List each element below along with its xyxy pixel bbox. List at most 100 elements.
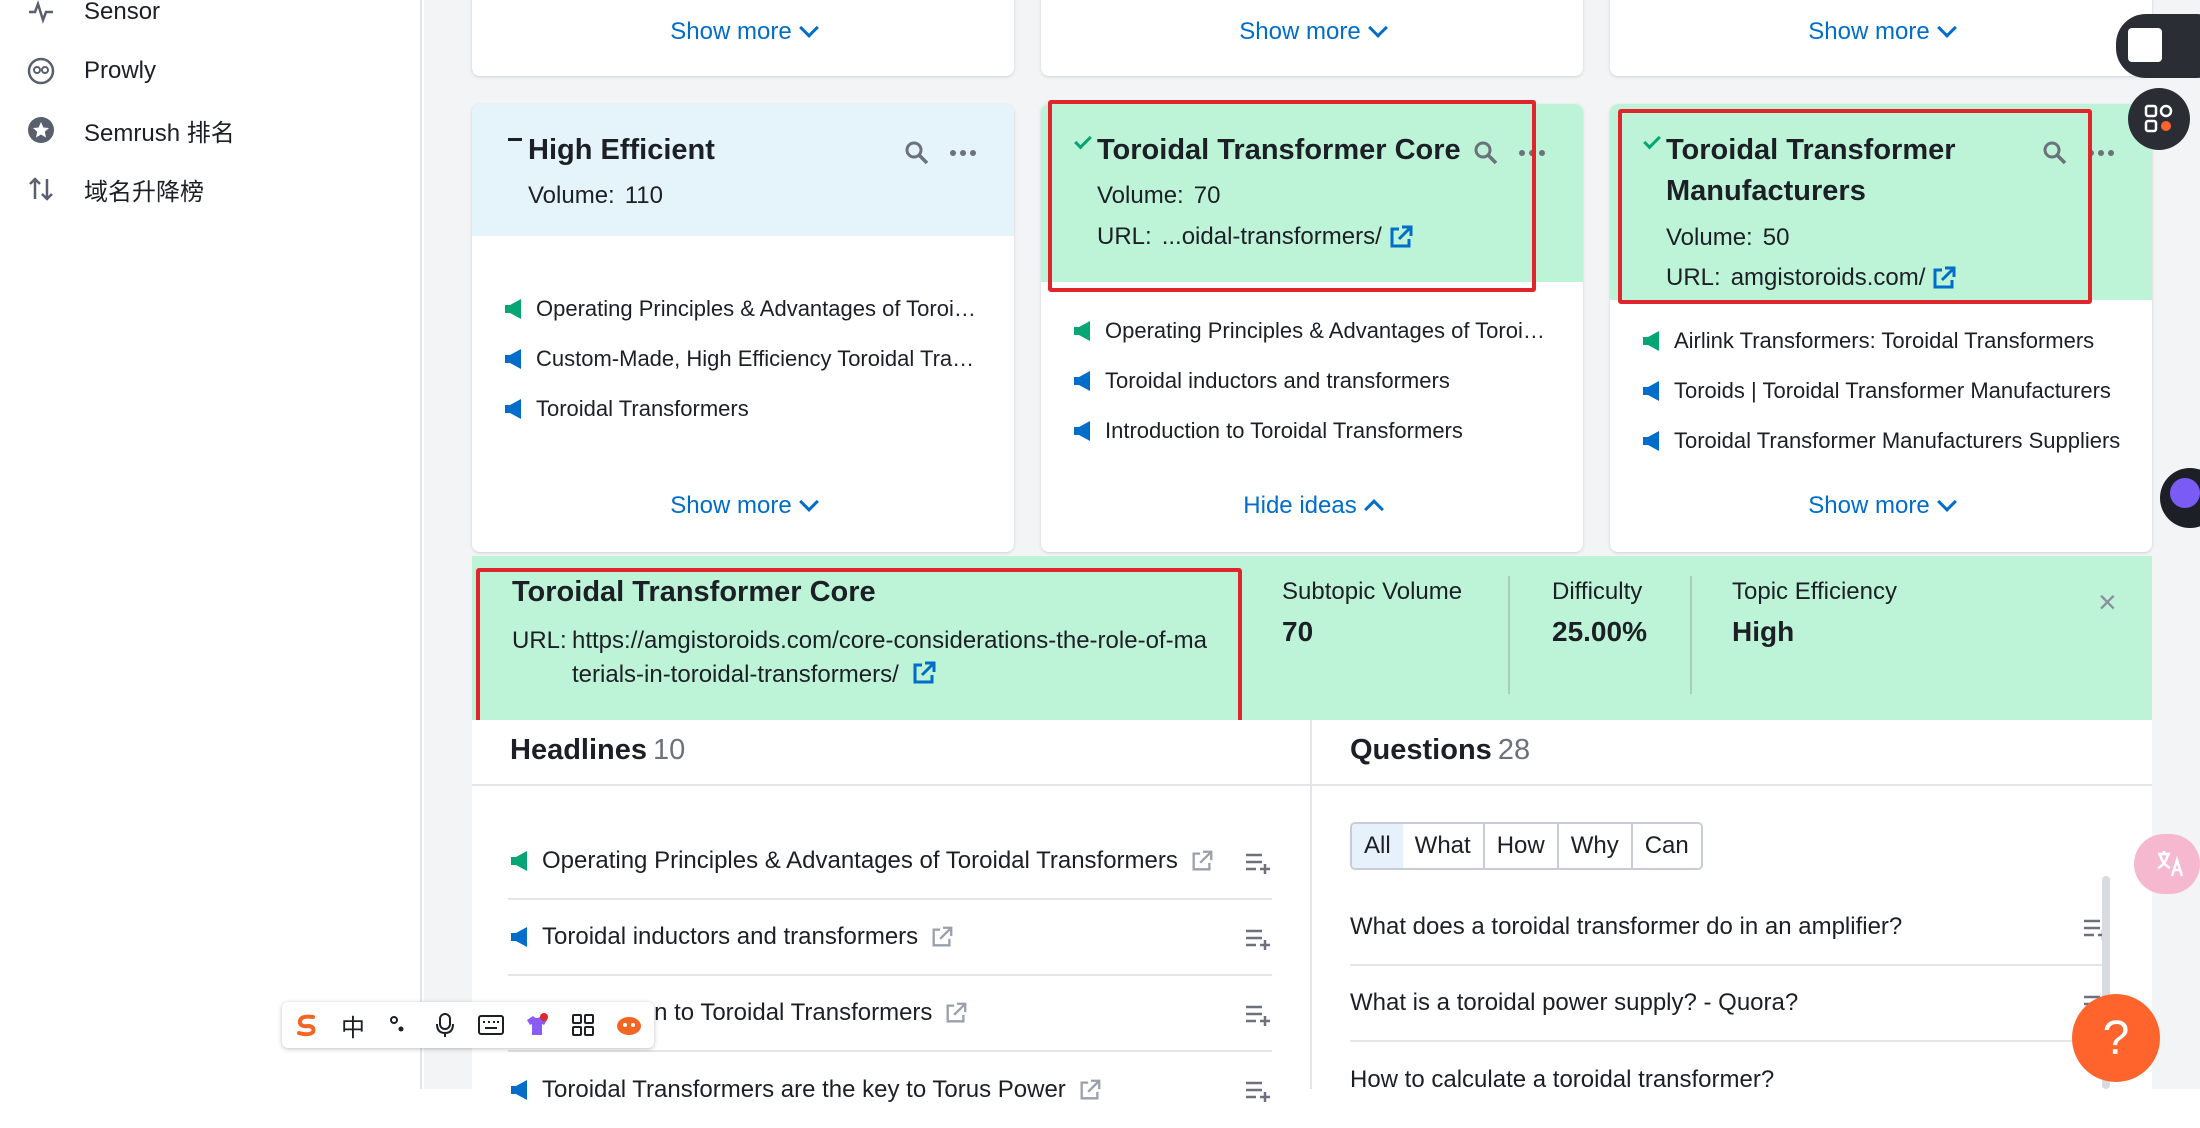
sidebar-item-label: Sensor: [84, 0, 161, 25]
add-to-list-icon[interactable]: [1244, 1002, 1272, 1026]
headline-title: Toroidal inductors and transformers: [542, 923, 919, 950]
sidebar-item-domain-ranking[interactable]: 域名升降榜: [26, 169, 204, 209]
chevron-down-icon: [798, 492, 819, 512]
sidebar-item-sensor[interactable]: Sensor: [26, 0, 160, 32]
idea-item[interactable]: Introduction to Toroidal Transformers: [1071, 416, 1551, 446]
add-to-list-icon[interactable]: [1244, 850, 1272, 874]
topic-card-top-2: Show more: [1041, 0, 1583, 76]
sogou-logo-icon[interactable]: [292, 1010, 322, 1040]
filter-how[interactable]: How: [1484, 824, 1559, 868]
skin-icon[interactable]: [522, 1010, 552, 1040]
chevron-down-icon: [1367, 18, 1388, 38]
headline-row[interactable]: Operating Principles & Advantages of Tor…: [508, 824, 1272, 900]
filter-all[interactable]: All: [1351, 824, 1405, 868]
headline-row[interactable]: Toroidal Transformers are the key to Tor…: [508, 1052, 1272, 1128]
megaphone-icon: [511, 927, 527, 947]
topic-card-toroidal-transformer-core[interactable]: Toroidal Transformer Core Volume: 70 URL:…: [1041, 104, 1583, 552]
metric-difficulty: Difficulty 25.00%: [1552, 578, 1647, 648]
card-url[interactable]: URL: amgistoroids.com/: [1666, 264, 1957, 292]
apps-grid-button[interactable]: [2128, 88, 2190, 150]
idea-title: Toroids | Toroidal Transformer Manufactu…: [1674, 378, 2111, 403]
filter-what[interactable]: What: [1402, 824, 1485, 868]
keyboard-icon[interactable]: [476, 1010, 506, 1040]
search-icon[interactable]: [2042, 140, 2068, 166]
show-more-button[interactable]: Show more: [472, 492, 1014, 520]
idea-title: Operating Principles & Advantages of Tor…: [1105, 318, 1551, 343]
show-more-button[interactable]: Show more: [1610, 492, 2152, 520]
questions-title: Questions: [1350, 734, 1492, 766]
show-more-button[interactable]: Show more: [472, 18, 1014, 46]
idea-item[interactable]: Toroidal inductors and transformers: [1071, 366, 1551, 396]
search-icon[interactable]: [904, 140, 930, 166]
more-options-icon[interactable]: [2088, 150, 2114, 156]
card-url[interactable]: URL: ...oidal-transformers/: [1097, 223, 1414, 251]
question-row[interactable]: What is a toroidal power supply? - Quora…: [1350, 966, 2110, 1042]
extension-icon: [2128, 28, 2162, 62]
external-link-icon[interactable]: [1190, 849, 1214, 873]
idea-item[interactable]: Operating Principles & Advantages of Tor…: [1071, 316, 1551, 346]
apps-grid-icon: [2144, 104, 2173, 133]
search-icon[interactable]: [1473, 140, 1499, 166]
headline-row[interactable]: Toroidal inductors and transformers: [508, 900, 1272, 976]
microphone-icon[interactable]: [430, 1010, 460, 1040]
idea-item[interactable]: Custom-Made, High Efficiency Toroidal Tr…: [502, 344, 982, 374]
show-more-button[interactable]: Show more: [1041, 18, 1583, 46]
question-filter-group: All What How Why Can: [1350, 822, 1703, 870]
topic-card-toroidal-transformer-manufacturers[interactable]: Toroidal Transformer Manufacturers Volum…: [1610, 104, 2152, 552]
chinese-mode-toggle[interactable]: 中: [338, 1010, 368, 1042]
megaphone-icon: [505, 399, 521, 419]
filter-why[interactable]: Why: [1558, 824, 1633, 868]
questions-header: Questions 28: [1312, 720, 2152, 786]
floating-extension-button[interactable]: [2116, 14, 2200, 78]
topic-card-top-3: Show more: [1610, 0, 2152, 76]
sidebar-item-label: 域名升降榜: [84, 178, 204, 206]
more-options-icon[interactable]: [950, 150, 976, 156]
add-to-list-icon[interactable]: [1244, 1078, 1272, 1102]
headlines-header: Headlines 10: [472, 720, 1310, 786]
translate-button[interactable]: [2134, 834, 2200, 894]
more-options-icon[interactable]: [1519, 150, 1545, 156]
sidebar-item-prowly[interactable]: Prowly: [26, 51, 156, 91]
punctuation-icon[interactable]: [384, 1010, 414, 1040]
topic-card-high-efficient[interactable]: High Efficient Volume: 110 Operating Prin…: [472, 104, 1014, 552]
minus-icon[interactable]: [508, 138, 522, 141]
question-row[interactable]: What does a toroidal transformer do in a…: [1350, 890, 2110, 966]
add-to-list-icon[interactable]: [1244, 926, 1272, 950]
topic-card-top-1: Show more: [472, 0, 1014, 76]
toolbox-grid-icon[interactable]: [568, 1010, 598, 1040]
sidebar-item-semrush-rank[interactable]: Semrush 排名: [26, 110, 235, 150]
show-more-button[interactable]: Show more: [1610, 18, 2152, 46]
external-link-icon[interactable]: [944, 1001, 968, 1025]
external-link-icon[interactable]: [911, 660, 937, 686]
topic-detail-panel: Toroidal Transformer Core URL: https://a…: [472, 556, 2152, 720]
sidebar-item-label: Prowly: [84, 57, 157, 84]
idea-item[interactable]: Operating Principles & Advantages of Tor…: [502, 294, 982, 324]
detail-url[interactable]: URL: https://amgistoroids.com/core-consi…: [512, 624, 1212, 692]
show-more-label: Show more: [1808, 18, 1930, 45]
help-button[interactable]: ?: [2072, 994, 2160, 1082]
card-title-line-1: Toroidal Transformer: [1666, 134, 1956, 166]
url-value: https://amgistoroids.com/core-considerat…: [572, 624, 1212, 692]
external-link-icon[interactable]: [930, 925, 954, 949]
metric-label: Topic Efficiency: [1732, 578, 1897, 605]
idea-item[interactable]: Toroidal Transformers: [502, 394, 982, 424]
external-link-icon[interactable]: [1078, 1078, 1102, 1102]
close-icon[interactable]: ×: [2098, 584, 2117, 621]
url-label: URL:: [512, 627, 567, 654]
hide-ideas-button[interactable]: Hide ideas: [1041, 492, 1583, 520]
card-title: High Efficient: [528, 134, 715, 166]
question-row[interactable]: How to calculate a toroidal transformer?: [1350, 1042, 2110, 1118]
megaphone-icon: [1643, 431, 1659, 451]
metric-value: High: [1732, 616, 1795, 647]
filter-can[interactable]: Can: [1632, 824, 1701, 868]
external-link-icon[interactable]: [1388, 224, 1414, 250]
url-text: https://amgistoroids.com/core-considerat…: [572, 627, 1207, 688]
idea-title: Toroidal Transformers: [536, 396, 749, 421]
mascot-icon[interactable]: [614, 1010, 644, 1040]
external-link-icon[interactable]: [1931, 265, 1957, 291]
idea-item[interactable]: Toroidal Transformer Manufacturers Suppl…: [1640, 426, 2130, 456]
idea-item[interactable]: Airlink Transformers: Toroidal Transform…: [1640, 326, 2130, 356]
idea-item[interactable]: Toroids | Toroidal Transformer Manufactu…: [1640, 376, 2130, 406]
volume-value: 110: [624, 182, 663, 209]
chevron-down-icon: [1936, 492, 1957, 512]
